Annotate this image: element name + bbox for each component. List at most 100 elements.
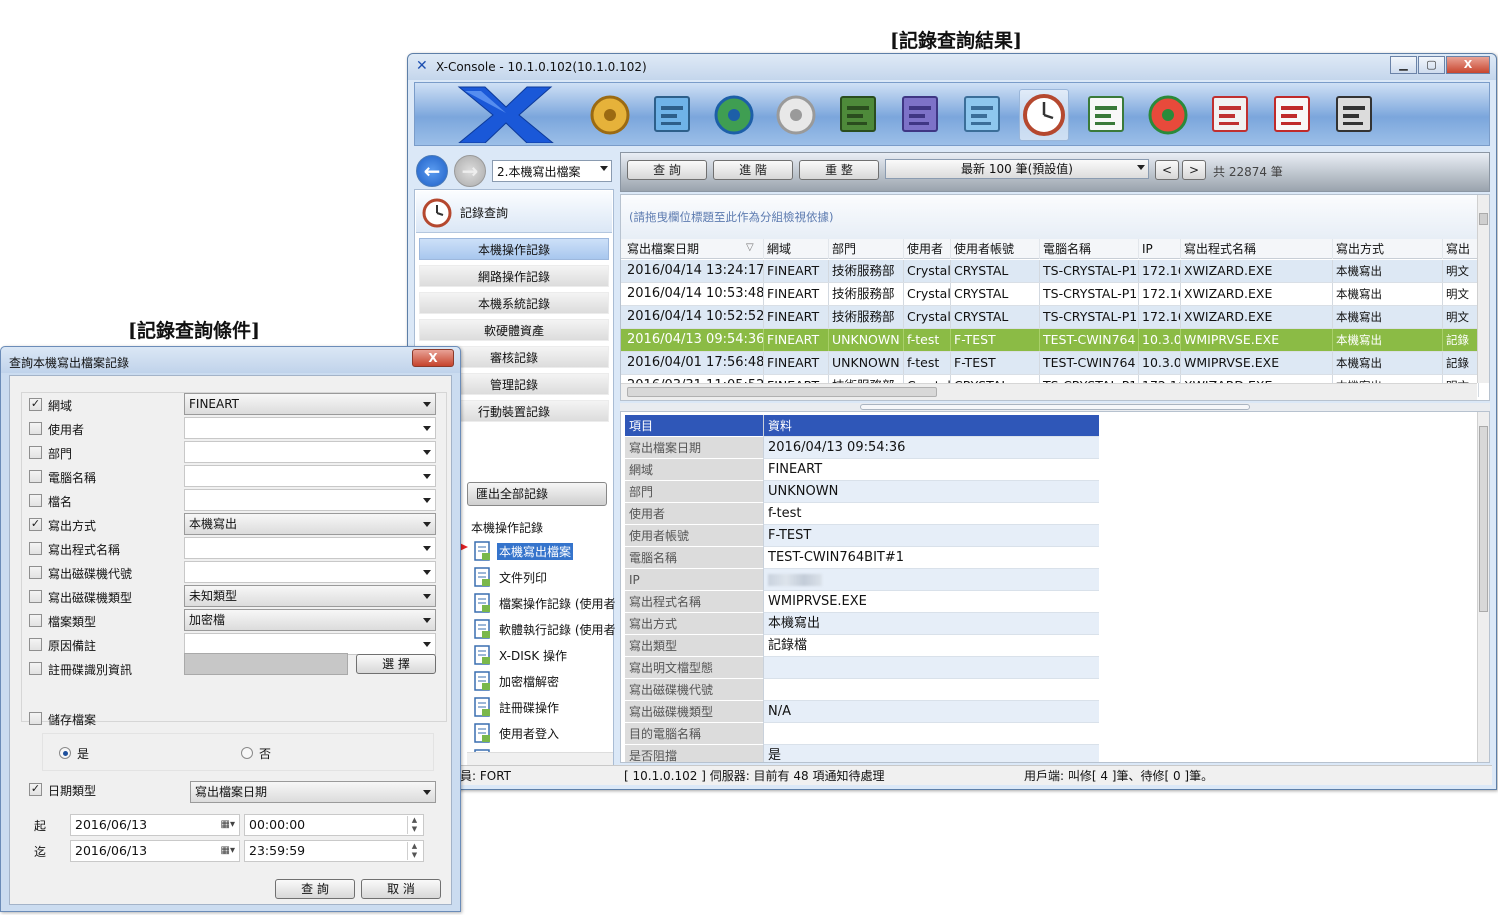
- criteria-select[interactable]: [184, 489, 436, 511]
- dialog-close-button[interactable]: X: [412, 349, 454, 367]
- criteria-checkbox[interactable]: [29, 542, 42, 555]
- table-row[interactable]: 2016/04/14 10:53:48 FINEART 技術服務部 Crystal CR…: [621, 283, 1479, 306]
- criteria-select[interactable]: 加密檔: [184, 609, 436, 631]
- table-row[interactable]: 2016/04/14 10:52:52 FINEART 技術服務部 Crystal CR…: [621, 306, 1479, 329]
- criteria-select[interactable]: [184, 441, 436, 463]
- next-page-button[interactable]: >: [1182, 160, 1206, 180]
- criteria-select[interactable]: 本機寫出: [184, 513, 436, 535]
- maximize-button[interactable]: ▢: [1418, 56, 1445, 74]
- menu-item[interactable]: 本機系統記錄: [419, 292, 609, 314]
- criteria-select[interactable]: [184, 633, 436, 655]
- criteria-checkbox[interactable]: [29, 494, 42, 507]
- radio-yes[interactable]: [59, 747, 71, 759]
- menu-item[interactable]: 本機操作記錄: [419, 238, 609, 260]
- minimize-button[interactable]: ▁: [1390, 56, 1417, 74]
- disk-id-input[interactable]: [184, 653, 348, 675]
- close-button[interactable]: X: [1446, 56, 1490, 74]
- column-header[interactable]: 寫出程式名稱: [1181, 239, 1333, 259]
- speaker-icon[interactable]: [895, 89, 945, 141]
- back-arrow-icon[interactable]: ←: [416, 155, 448, 187]
- tree-item[interactable]: 加密檔解密: [471, 670, 621, 692]
- menu-item[interactable]: 網路操作記錄: [419, 265, 609, 287]
- column-header[interactable]: 部門: [829, 239, 904, 259]
- tree-root[interactable]: 本機操作記錄: [471, 519, 543, 536]
- criteria-select[interactable]: 未知類型: [184, 585, 436, 607]
- screens-icon[interactable]: [957, 89, 1007, 141]
- column-header[interactable]: 寫出檔案日期: [624, 239, 764, 259]
- table-row[interactable]: 2016/04/13 09:54:36 FINEART UNKNOWN f-test F…: [621, 329, 1479, 352]
- criteria-checkbox[interactable]: [29, 470, 42, 483]
- grid-vertical-scrollbar[interactable]: [1477, 195, 1489, 383]
- date-type-select[interactable]: 寫出檔案日期: [190, 781, 436, 803]
- criteria-checkbox[interactable]: [29, 662, 42, 675]
- forward-arrow-icon[interactable]: →: [454, 155, 486, 187]
- dialog-cancel-button[interactable]: 取 消: [361, 879, 441, 899]
- table-row[interactable]: 2016/04/14 13:24:17 FINEART 技術服務部 Crystal CR…: [621, 260, 1479, 283]
- criteria-checkbox[interactable]: [29, 638, 42, 651]
- dialog-query-button[interactable]: 查 詢: [275, 879, 355, 899]
- spinner-icon[interactable]: ▲ ▼: [407, 816, 421, 834]
- prev-page-button[interactable]: <: [1155, 160, 1179, 180]
- export-all-button[interactable]: 匯出全部記錄: [467, 482, 607, 506]
- calendar-icon[interactable]: ▦▾: [221, 841, 235, 861]
- criteria-checkbox[interactable]: ✓: [29, 518, 42, 531]
- to-time-input[interactable]: 23:59:59 ▲ ▼: [244, 840, 424, 862]
- globe-icon[interactable]: [709, 89, 759, 141]
- nav-select[interactable]: 2.本機寫出檔案: [492, 160, 612, 182]
- column-header[interactable]: 使用者帳號: [951, 239, 1040, 259]
- criteria-checkbox[interactable]: [29, 422, 42, 435]
- gear-icon[interactable]: [585, 89, 635, 141]
- criteria-select[interactable]: [184, 417, 436, 439]
- panel-header[interactable]: 記錄查詢: [416, 191, 612, 233]
- tree-item[interactable]: 本機寫出檔案: [471, 540, 621, 562]
- pick-button[interactable]: 選 擇: [356, 654, 436, 674]
- criteria-select[interactable]: [184, 465, 436, 487]
- line-report-icon[interactable]: [1267, 89, 1317, 141]
- checklist-icon[interactable]: [1081, 89, 1131, 141]
- column-header[interactable]: 網域: [764, 239, 829, 259]
- radio-no[interactable]: [241, 747, 253, 759]
- query-button[interactable]: 查 詢: [627, 160, 707, 180]
- criteria-checkbox[interactable]: [29, 446, 42, 459]
- date-type-checkbox[interactable]: ✓: [29, 783, 42, 796]
- pie-chart-icon[interactable]: [1143, 89, 1193, 141]
- bar-chart-icon[interactable]: [1205, 89, 1255, 141]
- refresh-button[interactable]: 重 整: [799, 160, 879, 180]
- calculator-chart-icon[interactable]: [1329, 89, 1379, 141]
- advanced-button[interactable]: 進 階: [713, 160, 793, 180]
- tree-item[interactable]: 檔案操作記錄 (使用者: [471, 592, 621, 614]
- tree-item[interactable]: 軟體執行記錄 (使用者: [471, 618, 621, 640]
- tree-item[interactable]: 文件列印: [471, 566, 621, 588]
- from-time-input[interactable]: 00:00:00 ▲ ▼: [244, 814, 424, 836]
- clock-icon[interactable]: [1019, 89, 1069, 141]
- criteria-checkbox[interactable]: [29, 614, 42, 627]
- tree-item[interactable]: 使用者登入: [471, 722, 621, 744]
- tree-item[interactable]: 註冊碟操作: [471, 696, 621, 718]
- table-row[interactable]: 2016/04/01 17:56:48 FINEART UNKNOWN f-test F…: [621, 352, 1479, 375]
- grid-horizontal-scrollbar[interactable]: [621, 383, 1477, 400]
- column-header[interactable]: IP: [1139, 239, 1181, 259]
- criteria-select[interactable]: FINEART: [184, 393, 436, 415]
- calendar-icon[interactable]: ▦▾: [221, 815, 235, 835]
- count-select[interactable]: 最新 100 筆(預設值): [885, 159, 1149, 179]
- tree-scrollbar[interactable]: [467, 752, 613, 766]
- group-by-hint[interactable]: (請拖曳欄位標題至此作為分組檢視依據): [621, 195, 1477, 239]
- criteria-select[interactable]: [184, 561, 436, 583]
- criteria-checkbox[interactable]: ✓: [29, 398, 42, 411]
- sort-icon[interactable]: ▽: [746, 242, 754, 253]
- column-header[interactable]: 寫出方式: [1333, 239, 1443, 259]
- criteria-select[interactable]: [184, 537, 436, 559]
- chip-icon[interactable]: [833, 89, 883, 141]
- monitor-icon[interactable]: [647, 89, 697, 141]
- detail-vertical-scrollbar[interactable]: [1477, 412, 1489, 762]
- column-header[interactable]: 電腦名稱: [1040, 239, 1139, 259]
- column-header[interactable]: 使用者: [904, 239, 951, 259]
- disc-icon[interactable]: [771, 89, 821, 141]
- tree-item[interactable]: X-DISK 操作: [471, 644, 621, 666]
- criteria-checkbox[interactable]: [29, 590, 42, 603]
- criteria-checkbox[interactable]: [29, 566, 42, 579]
- from-date-input[interactable]: 2016/06/13 ▦▾: [70, 814, 240, 836]
- spinner-icon[interactable]: ▲ ▼: [407, 842, 421, 860]
- to-date-input[interactable]: 2016/06/13 ▦▾: [70, 840, 240, 862]
- menu-item[interactable]: 軟硬體資產: [419, 319, 609, 341]
